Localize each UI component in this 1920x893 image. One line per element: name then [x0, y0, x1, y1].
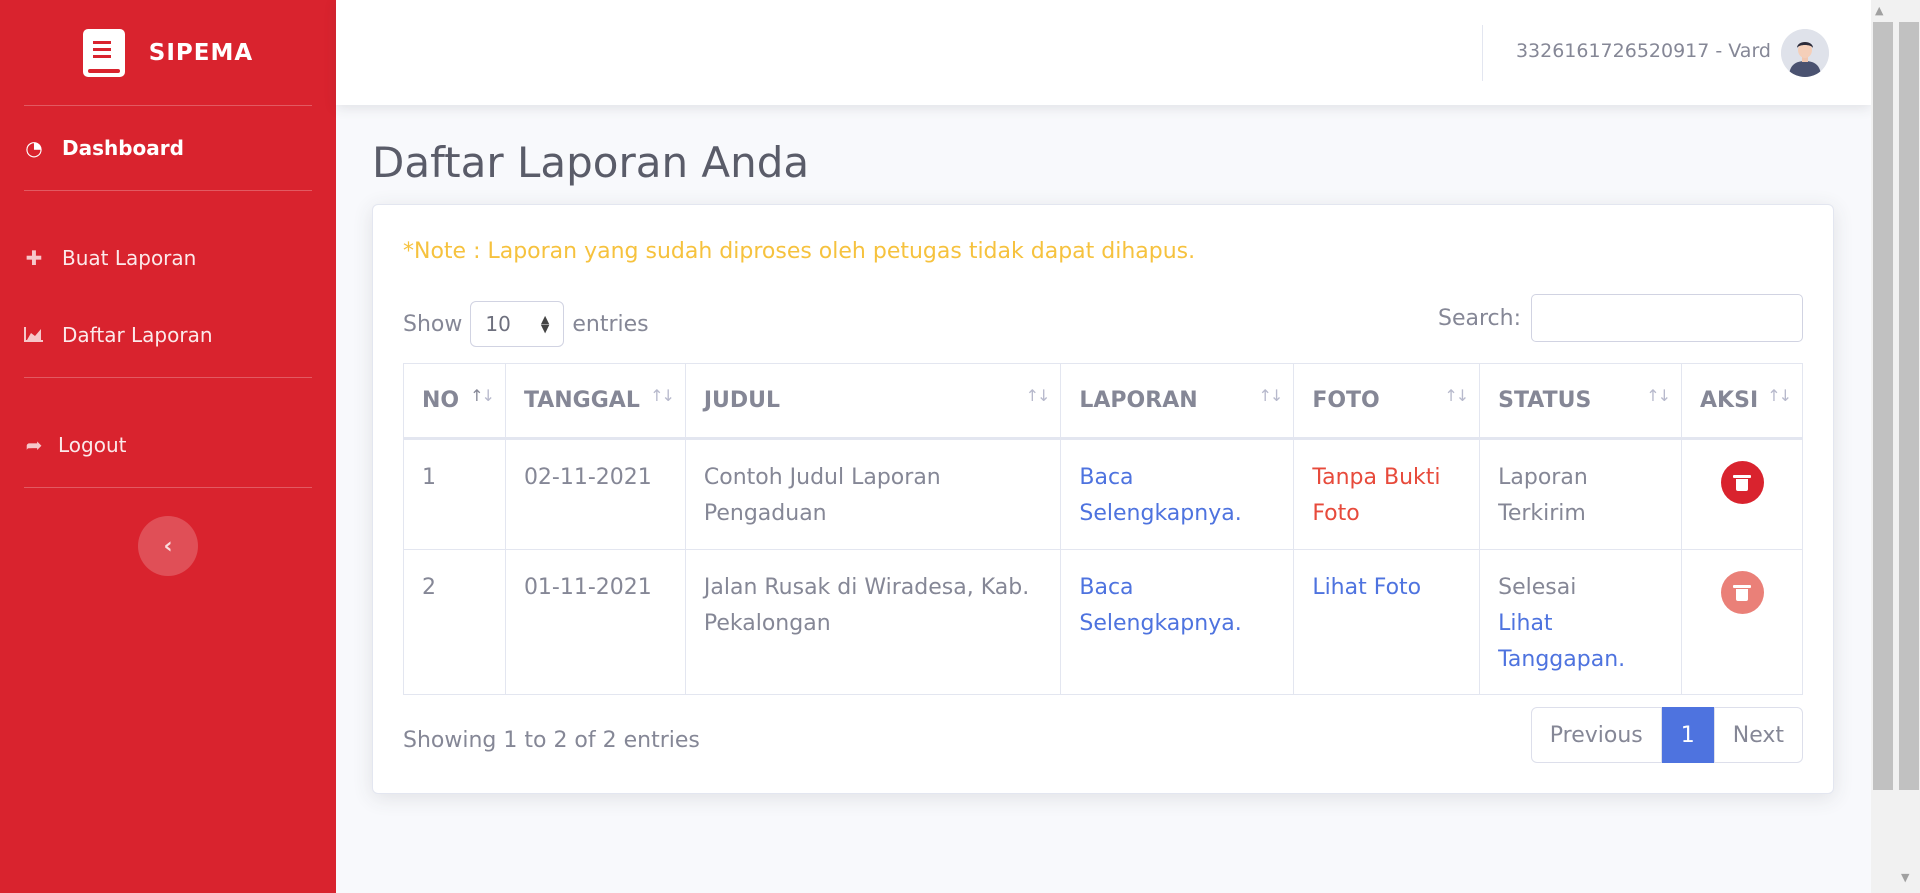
column-header-no[interactable]: NO ↑↓ — [403, 363, 506, 440]
delete-button[interactable] — [1720, 461, 1764, 504]
status-text: Laporan Terkirim — [1498, 465, 1588, 526]
read-more-link[interactable]: Baca Selengkapnya. — [1079, 575, 1241, 636]
column-header-status[interactable]: STATUS ↑↓ — [1479, 363, 1683, 440]
cell-status: Selesai Lihat Tanggapan. — [1479, 549, 1683, 695]
entries-label: entries — [572, 311, 649, 337]
search-input[interactable] — [1531, 294, 1803, 342]
search-control: Search: — [1438, 294, 1803, 342]
status-text: Selesai — [1498, 575, 1577, 600]
brand-name: SIPEMA — [148, 39, 254, 66]
sidebar-item-label: Logout — [58, 432, 127, 457]
next-page-button[interactable]: Next — [1713, 707, 1803, 763]
column-header-aksi[interactable]: AKSI ↑↓ — [1681, 363, 1803, 440]
chart-area-icon — [24, 323, 44, 347]
entries-select-value: 10 — [485, 312, 511, 336]
delete-button-disabled — [1720, 571, 1764, 614]
cell-no: 1 — [403, 438, 506, 550]
reports-table: NO ↑↓ TANGGAL ↑↓ JUDUL ↑↓ LAPORAN ↑↓ FOTO ↑↓ … — [403, 363, 1803, 695]
scroll-thumb[interactable] — [1899, 22, 1919, 790]
sort-icon: ↑↓ — [1258, 386, 1284, 405]
table-info: Showing 1 to 2 of 2 entries — [403, 728, 700, 753]
previous-page-button[interactable]: Previous — [1530, 707, 1662, 763]
table-row: 2 01-11-2021 Jalan Rusak di Wiradesa, Ka… — [403, 549, 1803, 695]
sidebar-toggle-button[interactable]: ‹ — [138, 516, 198, 576]
cell-aksi — [1681, 549, 1803, 695]
sort-icon: ↑↓ — [470, 386, 495, 405]
cell-foto: Tanpa Bukti Foto — [1293, 438, 1481, 550]
column-header-laporan[interactable]: LAPORAN ↑↓ — [1060, 363, 1295, 440]
topbar-divider — [1482, 25, 1483, 81]
sidebar-item-label: Dashboard — [62, 136, 184, 160]
chevron-left-icon: ‹ — [163, 533, 173, 559]
trash-icon — [1733, 584, 1752, 601]
table-header-row: NO ↑↓ TANGGAL ↑↓ JUDUL ↑↓ LAPORAN ↑↓ FOTO ↑↓ … — [403, 363, 1803, 440]
sort-icon: ↑↓ — [1025, 386, 1051, 405]
sidebar-item-logout[interactable]: ➦ Logout — [0, 402, 336, 487]
table-row: 1 02-11-2021 Contoh Judul Laporan Pengad… — [403, 438, 1803, 550]
cell-tanggal: 01-11-2021 — [504, 549, 686, 695]
sidebar-item-buat-laporan[interactable]: ✚ Buat Laporan — [0, 215, 336, 300]
sort-icon: ↑↓ — [650, 386, 675, 405]
scroll-up-arrow-icon[interactable]: ▲ — [1875, 4, 1883, 17]
cell-status: Laporan Terkirim — [1479, 438, 1683, 550]
show-label: Show — [403, 311, 463, 337]
column-header-tanggal[interactable]: TANGGAL ↑↓ — [504, 363, 686, 440]
scroll-thumb[interactable] — [1873, 22, 1893, 790]
user-name[interactable]: 3326161726520917 - Vard — [1516, 40, 1771, 62]
page-1-button[interactable]: 1 — [1661, 707, 1714, 763]
brand[interactable]: SIPEMA — [0, 0, 336, 105]
topbar: 3326161726520917 - Vard — [336, 0, 1871, 105]
scroll-down-arrow-icon[interactable]: ▼ — [1901, 871, 1909, 884]
search-label: Search: — [1438, 305, 1521, 331]
sidebar-divider — [24, 487, 312, 488]
sidebar-item-daftar-laporan[interactable]: Daftar Laporan — [0, 292, 336, 377]
column-header-foto[interactable]: FOTO ↑↓ — [1293, 363, 1481, 440]
sort-icon: ↑↓ — [1646, 386, 1671, 405]
sidebar-item-label: Buat Laporan — [62, 245, 197, 270]
entries-length-control: Show 10 ▲ ▼ entries — [403, 301, 649, 347]
cell-aksi — [1681, 438, 1803, 550]
sign-out-icon: ➦ — [25, 432, 43, 457]
sort-icon: ↑↓ — [1767, 386, 1792, 405]
trash-icon — [1733, 474, 1752, 491]
scroll-track[interactable]: ▲ — [1871, 0, 1893, 893]
reports-card: *Note : Laporan yang sudah diproses oleh… — [372, 204, 1834, 794]
cell-tanggal: 02-11-2021 — [504, 438, 686, 550]
scroll-track[interactable]: ▼ — [1897, 0, 1919, 893]
cell-foto: Lihat Foto — [1293, 549, 1481, 695]
cell-judul: Jalan Rusak di Wiradesa, Kab. Pekalongan — [684, 549, 1062, 695]
cell-judul: Contoh Judul Laporan Pengaduan — [684, 438, 1062, 550]
avatar[interactable] — [1781, 29, 1829, 77]
view-photo-link[interactable]: Lihat Foto — [1312, 575, 1421, 600]
cell-laporan: Baca Selengkapnya. — [1060, 549, 1295, 695]
sort-updown-icon: ▲ ▼ — [540, 313, 550, 335]
cell-laporan: Baca Selengkapnya. — [1060, 438, 1295, 550]
view-response-link[interactable]: Lihat Tanggapan. — [1498, 611, 1625, 672]
plus-icon: ✚ — [25, 245, 43, 270]
sidebar-item-dashboard[interactable]: ◔ Dashboard — [0, 106, 336, 190]
pagination: Previous 1 Next — [1530, 707, 1803, 763]
note-text: *Note : Laporan yang sudah diproses oleh… — [403, 239, 1196, 264]
column-header-judul[interactable]: JUDUL ↑↓ — [684, 363, 1062, 440]
no-photo-text: Tanpa Bukti Foto — [1312, 465, 1441, 526]
dashboard-icon: ◔ — [25, 136, 43, 160]
read-more-link[interactable]: Baca Selengkapnya. — [1079, 465, 1241, 526]
sidebar-item-label: Daftar Laporan — [62, 322, 213, 347]
sidebar: SIPEMA ◔ Dashboard ✚ Buat Laporan Daftar… — [0, 0, 336, 893]
book-logo-icon — [82, 28, 125, 77]
page-title: Daftar Laporan Anda — [372, 138, 810, 187]
cell-no: 2 — [403, 549, 506, 695]
sort-icon: ↑↓ — [1444, 386, 1469, 405]
scrollbar[interactable]: ▲ ▼ — [1871, 0, 1920, 893]
entries-select[interactable]: 10 ▲ ▼ — [470, 301, 565, 347]
